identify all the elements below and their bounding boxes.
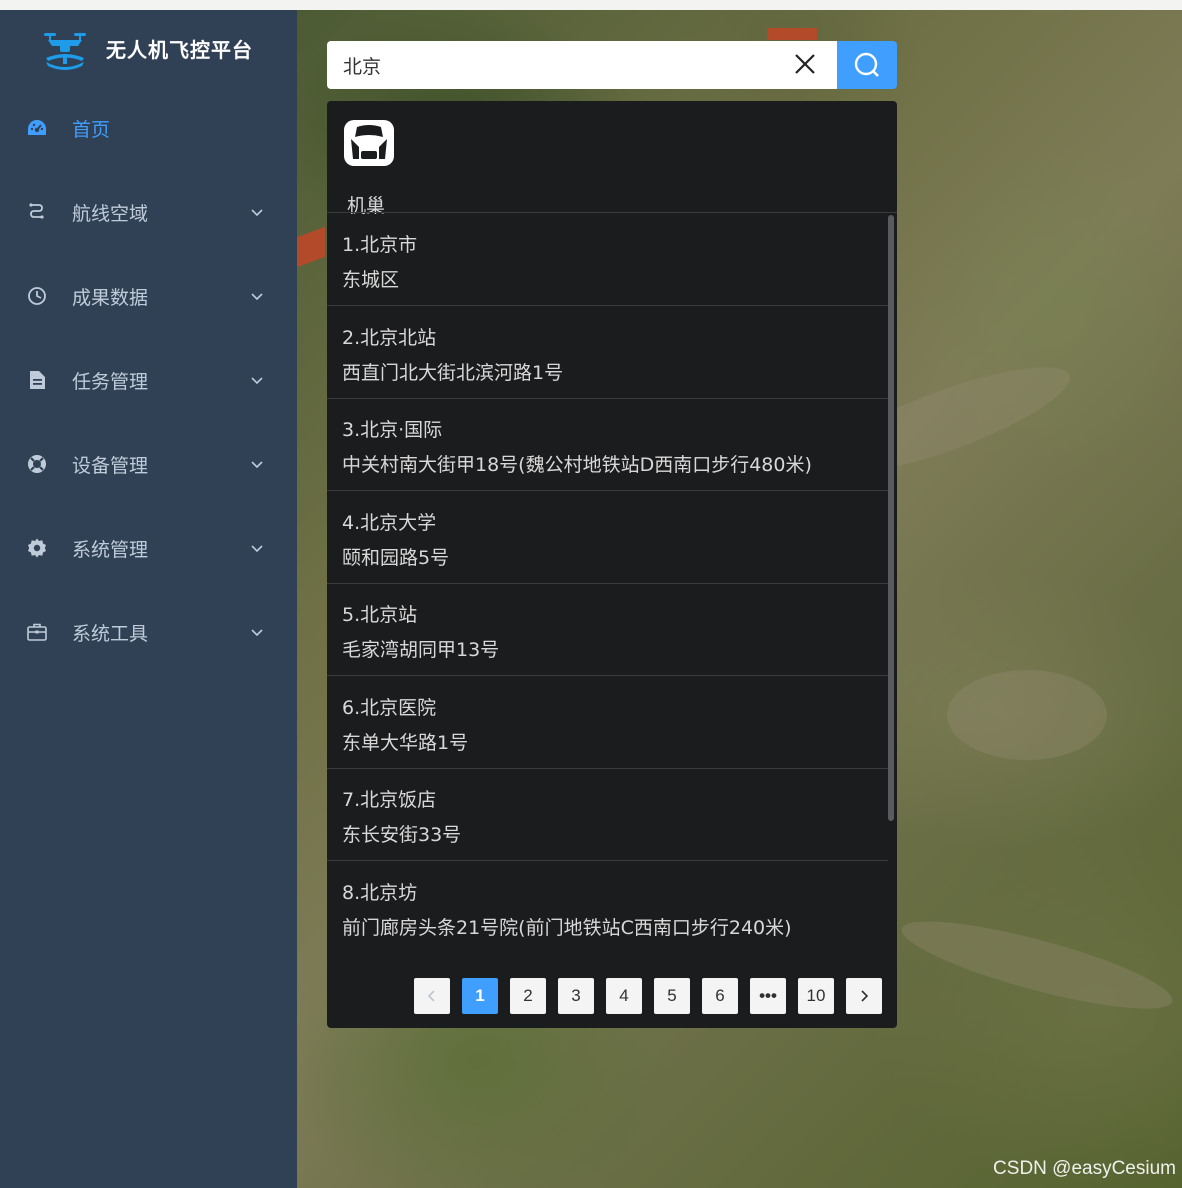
result-item[interactable]: 3.北京·国际 中关村南大街甲18号(魏公村地铁站D西南口步行480米) [327, 398, 888, 491]
page-button-3[interactable]: 3 [558, 978, 594, 1014]
chevron-down-icon [251, 461, 263, 469]
sidebar-item-system-tools[interactable]: 系统工具 [0, 590, 297, 674]
gear-icon [28, 538, 46, 558]
route-icon [29, 203, 44, 219]
results-scrollbar[interactable] [888, 215, 894, 821]
result-address: 东城区 [342, 269, 400, 291]
result-item[interactable]: 6.北京医院 东单大华路1号 [327, 676, 888, 769]
sidebar-item-task-management[interactable]: 任务管理 [0, 338, 297, 422]
sidebar-item-routes[interactable]: 航线空域 [0, 170, 297, 254]
drone-nest-icon [344, 120, 394, 166]
result-name: 5.北京站 [342, 604, 418, 626]
page-button-10[interactable]: 10 [798, 978, 834, 1014]
result-address: 东单大华路1号 [342, 732, 469, 754]
result-item[interactable]: 5.北京站 毛家湾胡同甲13号 [327, 583, 888, 676]
page-ellipsis-button[interactable]: ••• [750, 978, 786, 1014]
watermark: CSDN @easyCesium [993, 1158, 1176, 1179]
chevron-right-icon [861, 990, 869, 1002]
close-icon[interactable] [790, 51, 820, 79]
search-input[interactable] [327, 41, 767, 89]
search-results-panel: 机巢 1.北京市 东城区 2.北京北站 西直门北大街北滨河路1号 3.北京·国际… [327, 101, 897, 1028]
sidebar-item-label: 任务管理 [72, 370, 149, 393]
sidebar: 无人机飞控平台 首页 航线空域 成果数据 任务管理 设备管理 系统管理 系统工具 [0, 10, 297, 1188]
sidebar-item-label: 首页 [72, 118, 111, 141]
result-item[interactable]: 7.北京饭店 东长安街33号 [327, 768, 888, 861]
result-address: 中关村南大街甲18号(魏公村地铁站D西南口步行480米) [342, 454, 812, 476]
drone-logo-icon [44, 33, 86, 70]
result-name: 4.北京大学 [342, 512, 437, 534]
search-button[interactable] [837, 41, 897, 89]
document-icon [30, 371, 45, 389]
result-address: 颐和园路5号 [342, 547, 450, 569]
result-name: 1.北京市 [342, 234, 418, 256]
map-red-region [767, 28, 817, 40]
chevron-down-icon [251, 293, 263, 301]
search-box [327, 41, 837, 89]
sidebar-item-label: 成果数据 [72, 286, 149, 309]
result-address: 东长安街33号 [342, 824, 462, 846]
page-button-2[interactable]: 2 [510, 978, 546, 1014]
result-address: 前门廊房头条21号院(前门地铁站C西南口步行240米) [342, 917, 792, 939]
result-item[interactable]: 2.北京北站 西直门北大街北滨河路1号 [327, 306, 888, 399]
category-drone-nest[interactable]: 机巢 [343, 119, 397, 217]
app-title: 无人机飞控平台 [106, 38, 253, 62]
sidebar-item-home[interactable]: 首页 [0, 86, 297, 170]
result-address: 毛家湾胡同甲13号 [342, 639, 500, 661]
chevron-down-icon [251, 629, 263, 637]
result-item[interactable]: 8.北京坊 前门廊房头条21号院(前门地铁站C西南口步行240米) [327, 861, 888, 953]
sidebar-item-label: 设备管理 [72, 454, 149, 477]
page-button-4[interactable]: 4 [606, 978, 642, 1014]
sidebar-item-system-management[interactable]: 系统管理 [0, 506, 297, 590]
search-icon [854, 52, 879, 77]
results-list: 1.北京市 东城区 2.北京北站 西直门北大街北滨河路1号 3.北京·国际 中关… [327, 213, 888, 953]
next-page-button[interactable] [846, 978, 882, 1014]
lifebuoy-icon [28, 455, 46, 473]
result-name: 3.北京·国际 [342, 419, 443, 441]
map-red-region [297, 226, 325, 268]
page-button-1[interactable]: 1 [462, 978, 498, 1014]
sidebar-item-results-data[interactable]: 成果数据 [0, 254, 297, 338]
toolbox-icon [27, 623, 47, 641]
sidebar-item-label: 系统工具 [72, 622, 149, 645]
sidebar-item-device-management[interactable]: 设备管理 [0, 422, 297, 506]
result-item[interactable]: 4.北京大学 颐和园路5号 [327, 491, 888, 584]
result-item[interactable]: 1.北京市 东城区 [327, 213, 888, 306]
page-button-5[interactable]: 5 [654, 978, 690, 1014]
chevron-down-icon [251, 545, 263, 553]
map-terrain-feature [947, 670, 1107, 760]
logo-row: 无人机飞控平台 [0, 10, 297, 86]
result-name: 6.北京医院 [342, 697, 437, 719]
map-terrain-feature [895, 904, 1179, 1026]
sidebar-item-label: 航线空域 [72, 202, 149, 225]
chevron-down-icon [251, 209, 263, 217]
chevron-down-icon [251, 377, 263, 385]
dashboard-icon [28, 120, 46, 135]
page-button-6[interactable]: 6 [702, 978, 738, 1014]
clock-icon [28, 287, 46, 305]
result-address: 西直门北大街北滨河路1号 [342, 362, 564, 384]
sidebar-item-label: 系统管理 [72, 538, 149, 561]
result-name: 2.北京北站 [342, 327, 437, 349]
result-name: 7.北京饭店 [342, 789, 437, 811]
prev-page-button[interactable] [414, 978, 450, 1014]
chevron-left-icon [427, 990, 435, 1002]
result-name: 8.北京坊 [342, 882, 418, 904]
